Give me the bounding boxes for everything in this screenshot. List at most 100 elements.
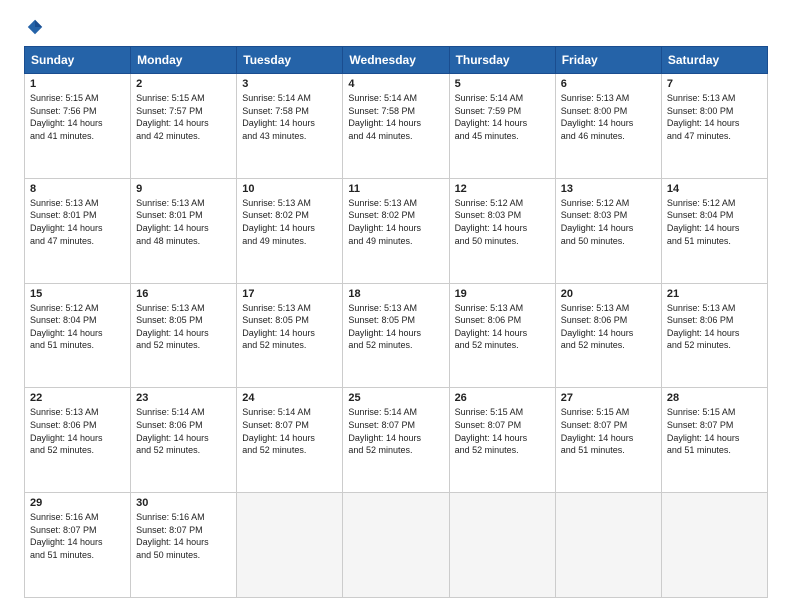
calendar-row: 29 Sunrise: 5:16 AMSunset: 8:07 PMDayligh… [25,493,768,598]
calendar-cell: 25Sunrise: 5:14 AMSunset: 8:07 PMDayligh… [343,388,449,493]
day-number: 14 [667,183,762,195]
day-number: 22 [30,392,125,404]
day-info: Sunrise: 5:15 AMSunset: 7:57 PMDaylight:… [136,92,231,142]
calendar-cell [343,493,449,598]
day-info: Sunrise: 5:13 AMSunset: 8:05 PMDaylight:… [242,302,337,352]
day-number: 26 [455,392,550,404]
day-number: 13 [561,183,656,195]
weekday-header-wednesday: Wednesday [343,47,449,74]
calendar-cell: 3 Sunrise: 5:14 AMSunset: 7:58 PMDaylight… [237,74,343,179]
day-info: Sunrise: 5:12 AMSunset: 8:04 PMDaylight:… [667,197,762,247]
day-info: Sunrise: 5:13 AMSunset: 8:05 PMDaylight:… [136,302,231,352]
calendar-cell: 9Sunrise: 5:13 AMSunset: 8:01 PMDaylight… [131,178,237,283]
day-number: 16 [136,288,231,300]
weekday-header-monday: Monday [131,47,237,74]
day-info: Sunrise: 5:13 AMSunset: 8:06 PMDaylight:… [30,406,125,456]
day-info: Sunrise: 5:12 AMSunset: 8:04 PMDaylight:… [30,302,125,352]
calendar-cell: 2 Sunrise: 5:15 AMSunset: 7:57 PMDaylight… [131,74,237,179]
calendar-cell: 8 Sunrise: 5:13 AMSunset: 8:01 PMDaylight… [25,178,131,283]
day-number: 3 [242,78,337,90]
day-info: Sunrise: 5:13 AMSunset: 8:06 PMDaylight:… [455,302,550,352]
calendar-cell: 5 Sunrise: 5:14 AMSunset: 7:59 PMDaylight… [449,74,555,179]
calendar-cell: 18 Sunrise: 5:13 AMSunset: 8:05 PMDayligh… [343,283,449,388]
calendar-cell: 30 Sunrise: 5:16 AMSunset: 8:07 PMDayligh… [131,493,237,598]
calendar: SundayMondayTuesdayWednesdayThursdayFrid… [24,46,768,598]
day-number: 11 [348,183,443,195]
day-number: 8 [30,183,125,195]
calendar-cell: 21Sunrise: 5:13 AMSunset: 8:06 PMDayligh… [661,283,767,388]
calendar-cell: 16 Sunrise: 5:13 AMSunset: 8:05 PMDayligh… [131,283,237,388]
day-info: Sunrise: 5:15 AMSunset: 8:07 PMDaylight:… [455,406,550,456]
day-number: 27 [561,392,656,404]
day-number: 29 [30,497,125,509]
day-number: 15 [30,288,125,300]
day-number: 30 [136,497,231,509]
day-info: Sunrise: 5:13 AMSunset: 8:01 PMDaylight:… [30,197,125,247]
day-number: 7 [667,78,762,90]
day-info: Sunrise: 5:15 AMSunset: 8:07 PMDaylight:… [561,406,656,456]
weekday-header-saturday: Saturday [661,47,767,74]
day-info: Sunrise: 5:13 AMSunset: 8:06 PMDaylight:… [561,302,656,352]
day-info: Sunrise: 5:16 AMSunset: 8:07 PMDaylight:… [30,511,125,561]
calendar-cell: 15 Sunrise: 5:12 AMSunset: 8:04 PMDayligh… [25,283,131,388]
day-number: 20 [561,288,656,300]
day-number: 12 [455,183,550,195]
calendar-cell: 26 Sunrise: 5:15 AMSunset: 8:07 PMDayligh… [449,388,555,493]
calendar-cell: 19 Sunrise: 5:13 AMSunset: 8:06 PMDayligh… [449,283,555,388]
logo-icon [26,18,44,36]
day-number: 5 [455,78,550,90]
day-number: 10 [242,183,337,195]
day-number: 24 [242,392,337,404]
weekday-header-friday: Friday [555,47,661,74]
day-number: 25 [348,392,443,404]
calendar-row: 22 Sunrise: 5:13 AMSunset: 8:06 PMDayligh… [25,388,768,493]
calendar-cell: 23Sunrise: 5:14 AMSunset: 8:06 PMDayligh… [131,388,237,493]
day-number: 1 [30,78,125,90]
calendar-cell: 10 Sunrise: 5:13 AMSunset: 8:02 PMDayligh… [237,178,343,283]
weekday-header-thursday: Thursday [449,47,555,74]
calendar-cell: 17 Sunrise: 5:13 AMSunset: 8:05 PMDayligh… [237,283,343,388]
day-number: 19 [455,288,550,300]
day-number: 2 [136,78,231,90]
day-info: Sunrise: 5:13 AMSunset: 8:02 PMDaylight:… [242,197,337,247]
logo [24,18,44,36]
day-number: 4 [348,78,443,90]
calendar-row: 8 Sunrise: 5:13 AMSunset: 8:01 PMDaylight… [25,178,768,283]
weekday-header-sunday: Sunday [25,47,131,74]
day-info: Sunrise: 5:14 AMSunset: 8:07 PMDaylight:… [242,406,337,456]
calendar-row: 15 Sunrise: 5:12 AMSunset: 8:04 PMDayligh… [25,283,768,388]
day-info: Sunrise: 5:16 AMSunset: 8:07 PMDaylight:… [136,511,231,561]
day-number: 18 [348,288,443,300]
calendar-cell: 7 Sunrise: 5:13 AMSunset: 8:00 PMDaylight… [661,74,767,179]
day-info: Sunrise: 5:12 AMSunset: 8:03 PMDaylight:… [561,197,656,247]
day-info: Sunrise: 5:13 AMSunset: 8:00 PMDaylight:… [667,92,762,142]
day-info: Sunrise: 5:15 AMSunset: 8:07 PMDaylight:… [667,406,762,456]
day-info: Sunrise: 5:13 AMSunset: 8:05 PMDaylight:… [348,302,443,352]
calendar-cell [449,493,555,598]
calendar-cell [661,493,767,598]
calendar-cell: 20 Sunrise: 5:13 AMSunset: 8:06 PMDayligh… [555,283,661,388]
header [24,18,768,36]
day-number: 17 [242,288,337,300]
day-number: 21 [667,288,762,300]
day-number: 23 [136,392,231,404]
calendar-cell: 24 Sunrise: 5:14 AMSunset: 8:07 PMDayligh… [237,388,343,493]
weekday-header-row: SundayMondayTuesdayWednesdayThursdayFrid… [25,47,768,74]
day-number: 6 [561,78,656,90]
calendar-cell: 28 Sunrise: 5:15 AMSunset: 8:07 PMDayligh… [661,388,767,493]
day-info: Sunrise: 5:14 AMSunset: 7:59 PMDaylight:… [455,92,550,142]
calendar-cell: 11 Sunrise: 5:13 AMSunset: 8:02 PMDayligh… [343,178,449,283]
calendar-cell [237,493,343,598]
calendar-cell: 4 Sunrise: 5:14 AMSunset: 7:58 PMDaylight… [343,74,449,179]
day-info: Sunrise: 5:13 AMSunset: 8:01 PMDaylight:… [136,197,231,247]
page: SundayMondayTuesdayWednesdayThursdayFrid… [0,0,792,612]
day-number: 28 [667,392,762,404]
calendar-cell: 27 Sunrise: 5:15 AMSunset: 8:07 PMDayligh… [555,388,661,493]
calendar-cell: 14 Sunrise: 5:12 AMSunset: 8:04 PMDayligh… [661,178,767,283]
day-info: Sunrise: 5:14 AMSunset: 7:58 PMDaylight:… [242,92,337,142]
day-info: Sunrise: 5:15 AMSunset: 7:56 PMDaylight:… [30,92,125,142]
day-info: Sunrise: 5:14 AMSunset: 7:58 PMDaylight:… [348,92,443,142]
calendar-cell: 13 Sunrise: 5:12 AMSunset: 8:03 PMDayligh… [555,178,661,283]
day-info: Sunrise: 5:13 AMSunset: 8:02 PMDaylight:… [348,197,443,247]
day-info: Sunrise: 5:13 AMSunset: 8:00 PMDaylight:… [561,92,656,142]
